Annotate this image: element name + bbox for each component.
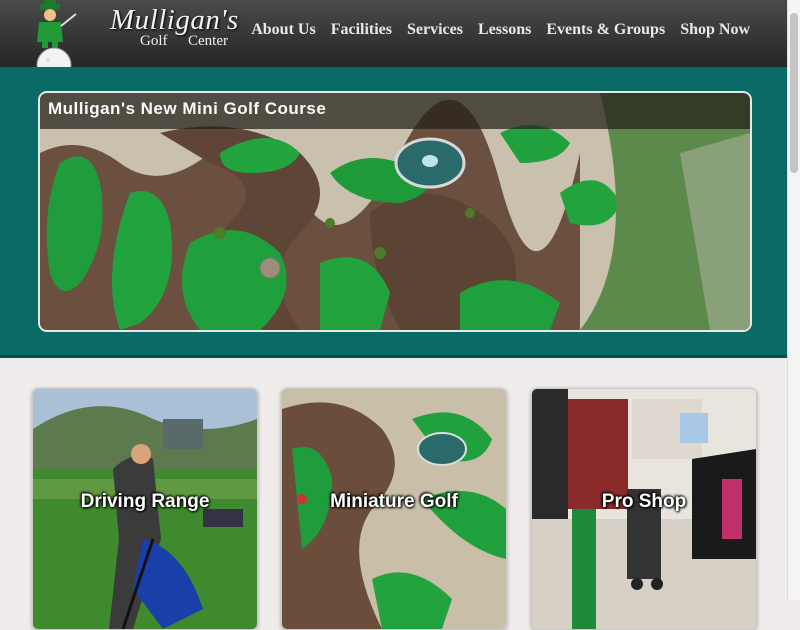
hero-section: Mulligan's New Mini Golf Course [0, 67, 788, 358]
hero-slideshow[interactable]: Mulligan's New Mini Golf Course [38, 91, 752, 332]
nav-events-groups[interactable]: Events & Groups [546, 21, 665, 39]
card-label-miniature-golf: Miniature Golf [330, 491, 458, 512]
logo-subtitle: Golf Center [140, 33, 228, 50]
facility-cards: Driving Range Miniature Golf Pro Shop [0, 358, 788, 630]
nav-services[interactable]: Services [407, 21, 463, 39]
main-nav: About Us Facilities Services Lessons Eve… [251, 21, 750, 39]
nav-about-us[interactable]: About Us [251, 21, 315, 39]
card-miniature-golf[interactable]: Miniature Golf [281, 388, 507, 630]
nav-facilities[interactable]: Facilities [331, 21, 392, 39]
card-driving-range[interactable]: Driving Range [32, 388, 258, 630]
logo-word-golf: Golf [140, 33, 168, 49]
card-label-driving-range: Driving Range [80, 491, 210, 512]
nav-lessons[interactable]: Lessons [478, 21, 531, 39]
hero-title: Mulligan's New Mini Golf Course [48, 99, 327, 118]
site-header: Mulligan's Golf Center About Us Faciliti… [0, 0, 788, 83]
card-pro-shop[interactable]: Pro Shop [531, 388, 757, 630]
logo-word-center: Center [188, 33, 228, 49]
hero-caption-bar: Mulligan's New Mini Golf Course [40, 93, 750, 129]
nav-shop-now[interactable]: Shop Now [680, 21, 750, 39]
scrollbar-thumb[interactable] [790, 13, 798, 173]
card-label-pro-shop: Pro Shop [601, 491, 687, 512]
page-scrollbar[interactable] [787, 0, 800, 600]
